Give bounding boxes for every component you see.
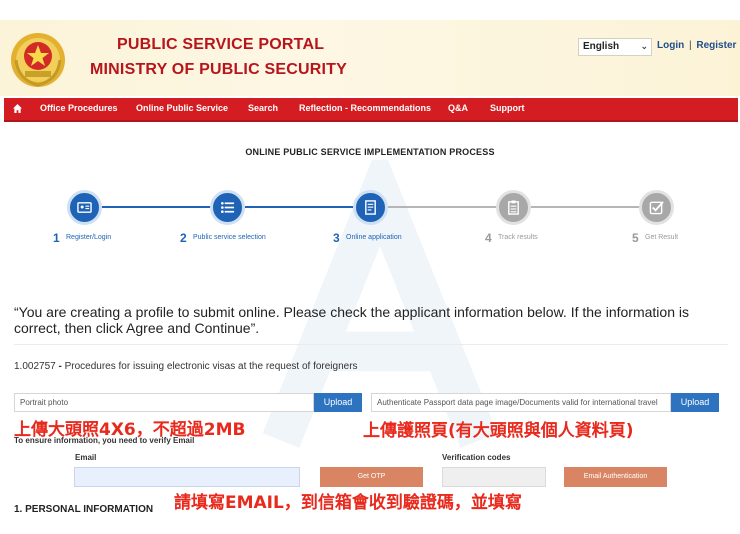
login-link[interactable]: Login: [657, 40, 684, 51]
notice-text: “You are creating a profile to submit on…: [14, 304, 689, 336]
passport-annotation: 上傳護照頁(有大頭照與個人資料頁): [363, 421, 634, 441]
language-select[interactable]: English ⌄: [578, 38, 652, 56]
email-label: Email: [75, 453, 97, 462]
chevron-down-icon: ⌄: [640, 41, 648, 51]
step-3-number: 3: [333, 231, 340, 245]
passport-upload-button[interactable]: Upload: [671, 393, 719, 412]
get-otp-button[interactable]: Get OTP: [320, 467, 423, 487]
email-authentication-button[interactable]: Email Authentication: [564, 467, 667, 487]
register-link[interactable]: Register: [696, 40, 736, 51]
procedure-name: Procedures for issuing electronic visas …: [64, 361, 358, 372]
step-2-number: 2: [180, 231, 187, 245]
process-title: ONLINE PUBLIC SERVICE IMPLEMENTATION PRO…: [245, 147, 495, 157]
step-3-label: Online application: [346, 234, 402, 241]
id-card-icon: [77, 202, 92, 213]
step-1-number: 1: [53, 231, 60, 245]
portrait-upload-button[interactable]: Upload: [314, 393, 362, 412]
step-4-label: Track results: [498, 234, 538, 241]
ministry-title: MINISTRY OF PUBLIC SECURITY: [90, 61, 347, 78]
nav-office-procedures[interactable]: Office Procedures: [40, 103, 118, 113]
email-field[interactable]: [74, 467, 300, 487]
step-connector: [531, 206, 641, 208]
step-2-circle: [210, 190, 245, 225]
verification-code-field[interactable]: [442, 467, 546, 487]
step-2-label: Public service selection: [193, 234, 266, 241]
language-value: English: [583, 41, 620, 52]
step-5-number: 5: [632, 231, 639, 245]
form-icon: [365, 200, 376, 215]
step-connector: [245, 206, 355, 208]
nav-qa[interactable]: Q&A: [448, 103, 468, 113]
nav-support[interactable]: Support: [490, 103, 525, 113]
clipboard-icon: [508, 200, 519, 215]
national-emblem-logo: [11, 33, 65, 87]
step-3-circle: [353, 190, 388, 225]
step-connector: [102, 206, 212, 208]
verify-instruction: To ensure information, you need to verif…: [14, 436, 195, 445]
step-1-circle: [67, 190, 102, 225]
auth-links: Login | Register: [657, 40, 736, 51]
step-4-circle: [496, 190, 531, 225]
personal-info-heading: 1. PERSONAL INFORMATION: [14, 504, 154, 515]
email-annotation: 請填寫EMAIL，到信箱會收到驗證碼，並填寫: [174, 493, 522, 513]
passport-image-field[interactable]: Authenticate Passport data page image/Do…: [371, 393, 671, 412]
nav-reflection-recommendations[interactable]: Reflection - Recommendations: [299, 103, 431, 113]
nav-online-public-service[interactable]: Online Public Service: [136, 103, 228, 113]
header-banner: [0, 20, 740, 96]
home-icon[interactable]: [13, 104, 22, 113]
step-1-label: Register/Login: [66, 234, 112, 241]
step-5-circle: [639, 190, 674, 225]
verification-code-label: Verification codes: [442, 453, 511, 462]
divider: [14, 344, 728, 345]
step-4-number: 4: [485, 231, 492, 245]
procedure-separator: -: [55, 361, 65, 372]
nav-search[interactable]: Search: [248, 103, 278, 113]
procedure-line: 1.002757 - Procedures for issuing electr…: [14, 361, 358, 372]
portrait-photo-field[interactable]: Portrait photo: [14, 393, 314, 412]
list-icon: [221, 201, 235, 214]
step-connector: [388, 206, 498, 208]
procedure-code: 1.002757: [14, 361, 56, 372]
main-navbar: Office Procedures Online Public Service …: [4, 98, 738, 122]
step-5-label: Get Result: [645, 234, 679, 241]
checkbox-icon: [649, 201, 664, 215]
portal-title: PUBLIC SERVICE PORTAL: [117, 36, 325, 53]
auth-separator: |: [689, 40, 692, 51]
